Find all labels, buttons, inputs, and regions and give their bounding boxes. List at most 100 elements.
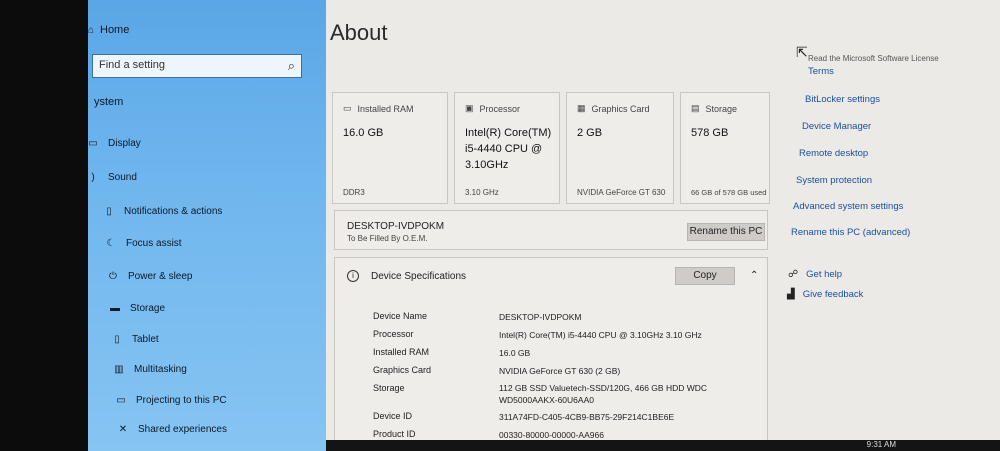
sidebar-item-display[interactable]: ▭ Display bbox=[88, 138, 141, 149]
card-foot: 66 GB of 578 GB used bbox=[691, 188, 767, 197]
sidebar-item-multitasking[interactable]: ▥ Multitasking bbox=[114, 364, 187, 375]
search-input[interactable]: Find a setting ⌕ bbox=[92, 54, 302, 78]
sidebar-item-focus-assist[interactable]: ☾ Focus assist bbox=[106, 238, 182, 249]
spec-value: NVIDIA GeForce GT 630 (2 GB) bbox=[499, 366, 621, 376]
tablet-icon: ▯ bbox=[114, 334, 120, 345]
mouse-cursor-icon: ⇱ bbox=[796, 44, 808, 60]
spec-label: Product ID bbox=[373, 429, 416, 439]
sidebar-item-power-sleep[interactable]: ⏻ Power & sleep bbox=[108, 271, 192, 282]
power-icon: ⏻ bbox=[109, 271, 117, 282]
card-header: Graphics Card bbox=[591, 103, 650, 114]
home-label: Home bbox=[100, 24, 130, 36]
pc-name: DESKTOP-IVDPOKM bbox=[347, 221, 445, 232]
spec-value: Intel(R) Core(TM) i5-4440 CPU @ 3.10GHz … bbox=[499, 330, 702, 340]
projecting-icon: ▭ bbox=[116, 395, 126, 406]
storage-icon: ▬ bbox=[110, 303, 120, 314]
spec-label: Device ID bbox=[373, 411, 413, 421]
sidebar-item-label: Multitasking bbox=[134, 364, 187, 375]
card-header: Installed RAM bbox=[357, 103, 414, 114]
get-help-label: Get help bbox=[806, 269, 843, 280]
spec-label: Graphics Card bbox=[373, 365, 432, 375]
copy-button[interactable]: Copy bbox=[675, 267, 735, 285]
notifications-icon: ▯ bbox=[106, 206, 112, 217]
card-graphics: ▦ Graphics Card 2 GB NVIDIA GeForce GT 63… bbox=[566, 92, 674, 204]
shared-icon: ✕ bbox=[118, 424, 128, 435]
processor-icon: ▣ bbox=[465, 103, 474, 113]
sidebar-item-label: Tablet bbox=[132, 334, 159, 345]
feedback-icon: ▟ bbox=[787, 289, 795, 300]
help-icon: ☍ bbox=[788, 269, 799, 280]
page-title: About bbox=[330, 20, 388, 45]
spec-title: Device Specifications bbox=[371, 270, 467, 282]
sound-icon: ) bbox=[91, 172, 95, 183]
spec-label: Storage bbox=[373, 383, 405, 393]
home-icon: ⌂ bbox=[88, 24, 95, 36]
sidebar-item-storage[interactable]: ▬ Storage bbox=[110, 303, 165, 314]
sidebar-item-label: Notifications & actions bbox=[124, 206, 223, 217]
bezel bbox=[0, 0, 88, 451]
sidebar-item-label: Shared experiences bbox=[138, 424, 227, 435]
device-specifications: i Device Specifications Copy ⌃ Device Na… bbox=[334, 257, 768, 451]
sidebar-item-label: Display bbox=[108, 138, 141, 149]
taskbar: 9:31 AM bbox=[326, 440, 1000, 451]
card-installed-ram: ▭ Installed RAM 16.0 GB DDR3 bbox=[332, 92, 448, 204]
card-value: 2 GB bbox=[577, 127, 603, 139]
spec-value: 112 GB SSD Valuetech-SSD/120G, 466 GB HD… bbox=[499, 383, 708, 405]
sidebar-item-label: Focus assist bbox=[126, 238, 182, 249]
sidebar-item-notifications[interactable]: ▯ Notifications & actions bbox=[104, 206, 222, 217]
spec-value: DESKTOP-IVDPOKM bbox=[499, 312, 582, 322]
card-header: Storage bbox=[705, 103, 738, 114]
sidebar-item-shared-experiences[interactable]: ✕ Shared experiences bbox=[118, 424, 227, 435]
screen: ⌂ Home Find a setting ⌕ ystem ▭ Display … bbox=[0, 0, 1000, 451]
ram-icon: ▭ bbox=[343, 103, 352, 113]
spec-value: 311A74FD-C405-4CB9-BB75-29F214C1BE6E bbox=[499, 412, 675, 422]
section-title: ystem bbox=[94, 96, 124, 108]
card-header: Processor bbox=[479, 103, 521, 114]
card-value: Intel(R) Core(TM) i5-4440 CPU @ 3.10GHz bbox=[465, 127, 552, 171]
info-icon: i bbox=[347, 270, 359, 282]
card-value: 578 GB bbox=[691, 127, 729, 139]
pc-name-section: DESKTOP-IVDPOKM To Be Filled By O.E.M. R… bbox=[334, 210, 768, 250]
card-foot: NVIDIA GeForce GT 630 bbox=[577, 188, 666, 197]
card-foot: 3.10 GHz bbox=[465, 188, 499, 197]
rename-pc-button[interactable]: Rename this PC bbox=[687, 223, 765, 241]
system-protection-link[interactable]: System protection bbox=[796, 175, 872, 186]
remote-desktop-link[interactable]: Remote desktop bbox=[799, 148, 868, 159]
sidebar-item-sound[interactable]: ) Sound bbox=[88, 172, 137, 183]
terms-link[interactable]: Terms bbox=[808, 66, 834, 77]
device-manager-link[interactable]: Device Manager bbox=[802, 121, 871, 132]
spec-label: Processor bbox=[373, 329, 414, 339]
taskbar-clock[interactable]: 9:31 AM bbox=[867, 440, 896, 449]
about-panel: About ▭ Installed RAM 16.0 GB DDR3 ▣ Proce… bbox=[326, 0, 1000, 451]
chevron-up-icon[interactable]: ⌃ bbox=[750, 270, 758, 281]
card-value: 16.0 GB bbox=[343, 127, 384, 139]
sidebar-item-label: Power & sleep bbox=[128, 271, 193, 282]
graphics-card-icon: ▦ bbox=[577, 103, 586, 113]
rename-pc-advanced-link[interactable]: Rename this PC (advanced) bbox=[791, 227, 910, 238]
sidebar-item-projecting[interactable]: ▭ Projecting to this PC bbox=[116, 395, 226, 406]
search-placeholder: Find a setting bbox=[99, 59, 166, 71]
bitlocker-link[interactable]: BitLocker settings bbox=[805, 94, 880, 105]
card-processor: ▣ Processor Intel(R) Core(TM) i5-4440 CPU… bbox=[454, 92, 560, 204]
give-feedback-label: Give feedback bbox=[802, 289, 864, 300]
spec-value: 16.0 GB bbox=[499, 348, 531, 358]
sidebar-home[interactable]: ⌂ Home bbox=[88, 24, 129, 36]
settings-sidebar: ⌂ Home Find a setting ⌕ ystem ▭ Display … bbox=[88, 0, 326, 451]
pc-sub: To Be Filled By O.E.M. bbox=[347, 234, 428, 243]
sidebar-item-label: Storage bbox=[130, 303, 166, 314]
sidebar-item-tablet[interactable]: ▯ Tablet bbox=[112, 334, 159, 345]
storage-drive-icon: ▤ bbox=[691, 103, 700, 113]
give-feedback[interactable]: ▟ Give feedback bbox=[787, 289, 863, 300]
display-icon: ▭ bbox=[88, 138, 98, 149]
get-help[interactable]: ☍ Get help bbox=[788, 269, 842, 280]
spec-header[interactable]: i Device Specifications bbox=[347, 270, 466, 282]
card-foot: DDR3 bbox=[343, 188, 365, 197]
spec-label: Installed RAM bbox=[373, 347, 430, 357]
focus-assist-icon: ☾ bbox=[106, 238, 116, 249]
advanced-system-settings-link[interactable]: Advanced system settings bbox=[793, 201, 903, 212]
search-icon[interactable]: ⌕ bbox=[288, 58, 295, 74]
sidebar-item-label: Sound bbox=[108, 172, 137, 183]
card-storage: ▤ Storage 578 GB 66 GB of 578 GB used bbox=[680, 92, 770, 204]
license-link[interactable]: Read the Microsoft Software License bbox=[808, 54, 964, 63]
multitasking-icon: ▥ bbox=[114, 364, 124, 375]
